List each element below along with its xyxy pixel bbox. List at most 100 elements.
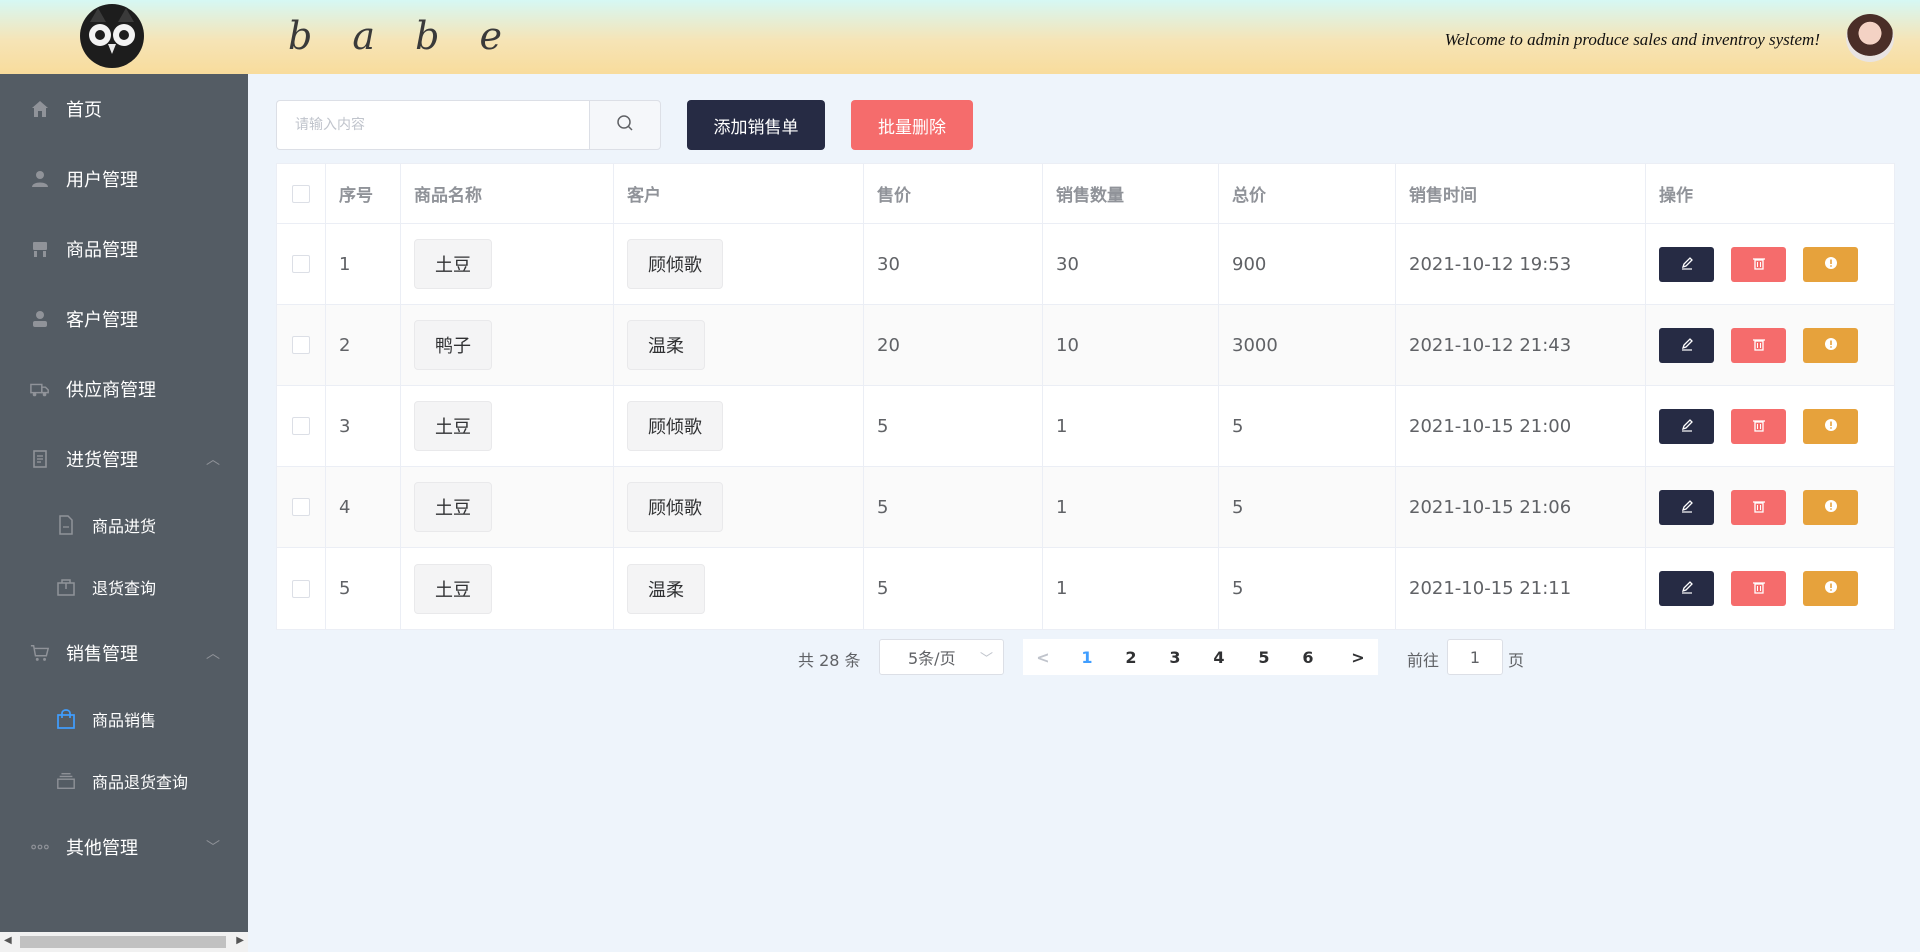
sidebar-item-label: 用户管理 — [66, 170, 138, 191]
edit-icon — [1680, 416, 1694, 437]
sidebar-item-other[interactable]: 其他管理 ﹀ — [0, 812, 248, 882]
column-header: 序号 — [326, 164, 401, 223]
sidebar-item-label: 退货查询 — [92, 579, 157, 598]
page-number[interactable]: 1 — [1067, 639, 1107, 675]
row-checkbox[interactable] — [292, 498, 310, 516]
sidebar-item-label: 首页 — [66, 100, 102, 121]
edit-button[interactable] — [1659, 571, 1714, 606]
delete-button[interactable] — [1731, 571, 1786, 606]
shopping-bag-icon — [56, 709, 76, 729]
delete-button[interactable] — [1731, 327, 1786, 363]
cell-quantity: 1 — [1043, 548, 1219, 629]
edit-button[interactable] — [1659, 246, 1714, 282]
product-tag: 鸭子 — [414, 320, 492, 370]
edit-button[interactable] — [1659, 408, 1714, 444]
trash-icon — [1752, 254, 1766, 275]
cell-total: 900 — [1219, 224, 1396, 304]
delete-button[interactable] — [1731, 408, 1786, 444]
column-header: 操作 — [1659, 186, 1693, 206]
sidebar-item-label: 供应商管理 — [66, 380, 156, 401]
delete-button[interactable] — [1731, 246, 1786, 282]
sidebar-item-customers[interactable]: 客户管理 — [0, 284, 248, 354]
row-checkbox[interactable] — [292, 255, 310, 273]
page-number[interactable]: 2 — [1111, 639, 1151, 675]
info-button[interactable] — [1803, 571, 1858, 606]
sidebar-item-label: 商品进货 — [92, 517, 157, 536]
table-row: 1 土豆 顾倾歌 30 30 900 2021-10-12 19:53 — [277, 224, 1894, 305]
cell-time: 2021-10-12 21:43 — [1396, 305, 1646, 385]
scroll-left-icon[interactable]: ◀ — [4, 935, 12, 946]
customer-tag: 顾倾歌 — [627, 239, 723, 289]
sidebar-item-users[interactable]: 用户管理 — [0, 144, 248, 214]
search-icon — [616, 114, 634, 136]
sidebar-item-purchase[interactable]: 进货管理 ︿ — [0, 424, 248, 494]
edit-icon — [1680, 335, 1694, 356]
trash-icon — [1752, 578, 1766, 599]
pagination: 共 28 条 5条/页 ﹀ < 1 2 3 4 5 6 > 前往 页 — [0, 639, 1920, 675]
column-header: 销售时间 — [1396, 164, 1646, 223]
page-number[interactable]: 6 — [1288, 639, 1328, 675]
document-icon — [30, 449, 50, 469]
more-icon — [30, 837, 50, 857]
goto-label: 前往 — [1407, 651, 1440, 670]
page-number[interactable]: 3 — [1155, 639, 1195, 675]
sidebar-item-home[interactable]: 首页 — [0, 74, 248, 144]
column-header: 总价 — [1219, 164, 1396, 223]
info-icon — [1824, 497, 1838, 518]
prev-page-button[interactable]: < — [1023, 639, 1063, 675]
trash-icon — [1752, 416, 1766, 437]
sidebar-item-suppliers[interactable]: 供应商管理 — [0, 354, 248, 424]
page-number[interactable]: 4 — [1199, 639, 1239, 675]
cell-price: 30 — [864, 224, 1043, 304]
info-icon — [1824, 416, 1838, 437]
chevron-down-icon: ﹀ — [979, 652, 993, 667]
stack-icon — [56, 771, 76, 791]
info-button[interactable] — [1803, 408, 1858, 444]
cell-quantity: 1 — [1043, 467, 1219, 547]
scroll-right-icon[interactable]: ▶ — [236, 935, 244, 946]
next-page-button[interactable]: > — [1338, 639, 1378, 675]
row-checkbox[interactable] — [292, 336, 310, 354]
edit-icon — [1680, 578, 1694, 599]
user-icon — [30, 169, 50, 189]
select-all-checkbox[interactable] — [292, 184, 310, 203]
cell-price: 5 — [864, 467, 1043, 547]
add-sales-order-button[interactable]: 添加销售单 — [687, 100, 825, 150]
sidebar-item-goods[interactable]: 商品管理 — [0, 214, 248, 284]
edit-icon — [1680, 254, 1694, 275]
scrollbar-thumb[interactable] — [20, 936, 226, 948]
sidebar-item-return-query[interactable]: 退货查询 — [0, 556, 248, 618]
sales-table: 序号 商品名称 客户 售价 销售数量 总价 销售时间 操作 1 土豆 顾倾歌 3… — [276, 163, 1895, 630]
table-header-row: 序号 商品名称 客户 售价 销售数量 总价 销售时间 操作 — [277, 164, 1894, 224]
edit-button[interactable] — [1659, 327, 1714, 363]
page-number[interactable]: 5 — [1244, 639, 1284, 675]
cell-time: 2021-10-15 21:06 — [1396, 467, 1646, 547]
search-input[interactable] — [276, 100, 590, 150]
edit-button[interactable] — [1659, 489, 1714, 525]
sidebar-horizontal-scrollbar[interactable]: ◀ ▶ — [0, 932, 248, 952]
row-checkbox[interactable] — [292, 579, 310, 598]
page-size-select[interactable]: 5条/页 ﹀ — [879, 639, 1004, 675]
table-row: 2 鸭子 温柔 20 10 3000 2021-10-12 21:43 — [277, 305, 1894, 386]
cell-total: 5 — [1219, 467, 1396, 547]
cell-time: 2021-10-15 21:11 — [1396, 548, 1646, 629]
box-icon — [56, 577, 76, 597]
row-checkbox[interactable] — [292, 417, 310, 435]
batch-delete-button[interactable]: 批量删除 — [851, 100, 973, 150]
sidebar-item-goods-purchase[interactable]: 商品进货 — [0, 494, 248, 556]
file-icon — [56, 515, 76, 535]
total-count: 共 28 条 — [798, 651, 861, 670]
cell-time: 2021-10-15 21:00 — [1396, 386, 1646, 466]
sidebar-item-sales-return-query[interactable]: 商品退货查询 — [0, 750, 248, 812]
user-avatar[interactable] — [1846, 14, 1894, 62]
goto-page-input[interactable] — [1447, 639, 1503, 675]
chevron-up-icon: ︿ — [206, 452, 220, 468]
sidebar-item-goods-sales[interactable]: 商品销售 — [0, 688, 248, 750]
delete-button[interactable] — [1731, 489, 1786, 525]
edit-icon — [1680, 497, 1694, 518]
info-button[interactable] — [1803, 327, 1858, 363]
info-button[interactable] — [1803, 489, 1858, 525]
search-button[interactable] — [589, 100, 661, 150]
column-header: 客户 — [614, 164, 864, 223]
info-button[interactable] — [1803, 246, 1858, 282]
